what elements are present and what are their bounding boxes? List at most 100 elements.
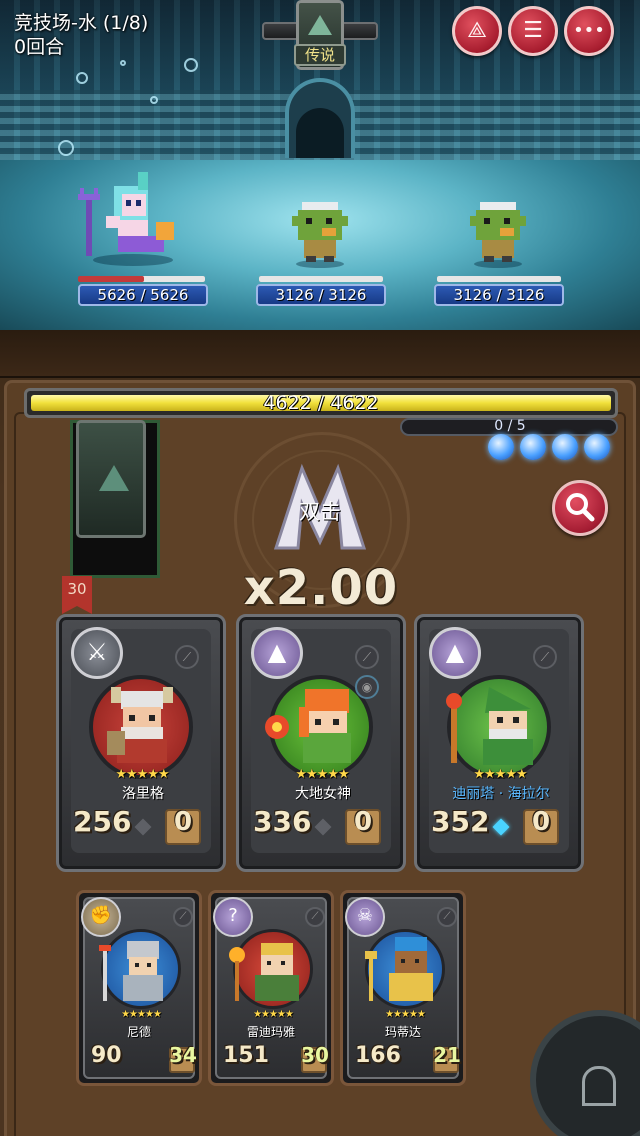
panel-top-strip [0,330,640,378]
scroll-icon: ☰ [523,18,543,43]
skull-icon: ☠ [356,905,374,926]
mana-orb-icon [584,434,610,460]
hero-sprite [229,943,299,1001]
star-rating: ★★★★★ [121,1009,162,1020]
hero-name: 雷迪玛雅 [246,1025,295,1039]
bubble [120,60,126,66]
star-rating: ★★★★★ [115,767,169,782]
hp-value: 3126 / 3126 [256,284,386,306]
sub-hero-card-1[interactable]: ✊ ⟋ ★★★★★ 尼德 90 34 [76,890,202,1086]
hero-bonus: 0 [173,807,193,837]
fist-icon: ✊ [89,905,113,926]
star-rating: ★★★★★ [385,1009,426,1020]
mana-orb-icon [552,434,578,460]
triangle-crest-icon [308,15,332,35]
hp-gauge [259,276,383,282]
boss-hp-value: 4622 / 4622 [263,392,379,414]
hero-sprite [107,687,173,763]
game-screen: 5626 / 5626 3126 / 3126 3126 / 3126 竞技场-… [0,0,640,1136]
hero-sprite [365,937,433,1001]
skill-slot-icon: ◉ [355,675,379,699]
hp-gauge [437,276,561,282]
goblin-enemy-sprite-2[interactable] [470,198,526,268]
axe-icon: ⚔ [86,638,108,666]
sub-hero-card-3[interactable]: ☠ ⟋ ★★★★★ 玛蒂达 166 21 [340,890,466,1086]
hero-attack: 166 [355,1043,401,1068]
crest-button[interactable]: ⟁ [452,6,502,56]
hero-sprite [446,687,533,765]
star-rating: ★★★★★ [473,767,527,782]
class-badge: ? [213,897,253,937]
star-rating: ★★★★★ [295,767,349,782]
combo-label: 双击 [299,500,341,524]
bubble [184,58,198,72]
hero-card-1[interactable]: ⚔ ⟋ ★★★★★ 洛里格 256 0 [56,614,226,872]
star-rating: ★★★★★ [253,1009,294,1020]
hero-attack: 336 [253,805,312,838]
hp-gauge-fill [259,276,383,282]
hero-sprite [99,941,163,1001]
hero-bonus: 0 [531,807,551,837]
hero-card-3[interactable]: ▲ ⟋ ★★★★★ 迪丽塔 · 海拉尔 352 0 [414,614,584,872]
class-badge: ✊ [81,897,121,937]
bubble [76,72,88,84]
deck-count-bookmark: 30 [62,576,92,614]
hero-name: 洛里格 [122,786,164,802]
bubble [58,140,74,156]
damage-multiplier: x2.00 [243,560,399,616]
bubble [150,96,158,104]
class-badge: ☠ [345,897,385,937]
hp-value: 3126 / 3126 [434,284,564,306]
goblin-2-hp-bar: 3126 / 3126 [434,276,564,306]
hero-name: 迪丽塔 · 海拉尔 [452,786,550,802]
class-badge: ⚔ [71,627,123,679]
hero-bonus: 21 [433,1043,461,1067]
skill-slot-icon: ⟋ [173,907,193,927]
goblin-1-hp-bar: 3126 / 3126 [256,276,386,306]
hero-name: 大地女神 [295,786,351,802]
triangle-crest-icon: ⟁ [467,18,487,43]
mana-orb-icon [520,434,546,460]
class-badge: ▲ [251,627,303,679]
hero-card-2[interactable]: ▲ ⟋ ◉ ★★★★★ 大地女神 336 0 [236,614,406,872]
swirl-icon: ? [228,905,238,926]
hero-attack: 151 [223,1043,269,1068]
mana-value: 0 / 5 [494,418,526,434]
battle-arena: 5626 / 5626 3126 / 3126 3126 / 3126 竞技场-… [0,0,640,330]
goblin-enemy-sprite-1[interactable] [292,198,348,268]
arena-gate-door [296,108,344,158]
witch-hat-icon: ▲ [267,638,287,666]
inspect-button[interactable] [552,480,608,536]
mermaid-hero-sprite[interactable] [78,166,188,266]
skill-slot-icon: ⟋ [355,645,379,669]
hero-attack: 256 [73,805,132,838]
boss-hp-bar: 4622 / 4622 [24,388,618,418]
skill-slot-icon: ⟋ [305,907,325,927]
more-menu-button[interactable]: ••• [564,6,614,56]
quest-scroll-button[interactable]: ☰ [508,6,558,56]
class-badge: ▲ [429,627,481,679]
stage-title: 竞技场-水 (1/8) [14,12,149,34]
witch-hat-icon: ▲ [445,638,465,666]
more-icon: ••• [573,20,605,41]
deck-card[interactable] [76,420,146,538]
gate-icon [582,1066,616,1106]
round-counter: 0回合 [14,36,65,58]
hp-damage-marker [78,276,144,282]
skill-slot-icon: ⟋ [437,907,457,927]
sub-hero-card-2[interactable]: ? ⟋ ★★★★★ 雷迪玛雅 151 30 [208,890,334,1086]
hero-bonus: 34 [169,1043,197,1067]
hero-attack: 352 [431,805,490,838]
hero-bonus: 30 [301,1043,329,1067]
hero-name: 尼德 [126,1025,151,1039]
skill-slot-icon: ⟋ [533,645,557,669]
mana-orb-icon [488,434,514,460]
legend-rank-emblem[interactable]: 传说 [262,0,378,74]
hero-name: 玛蒂达 [384,1025,421,1039]
mermaid-hp-bar: 5626 / 5626 [78,276,208,306]
hero-attack: 90 [91,1043,122,1068]
hp-value: 5626 / 5626 [78,284,208,306]
hero-bonus: 0 [353,807,373,837]
legend-label: 传说 [294,44,346,66]
hero-sprite [265,689,351,763]
